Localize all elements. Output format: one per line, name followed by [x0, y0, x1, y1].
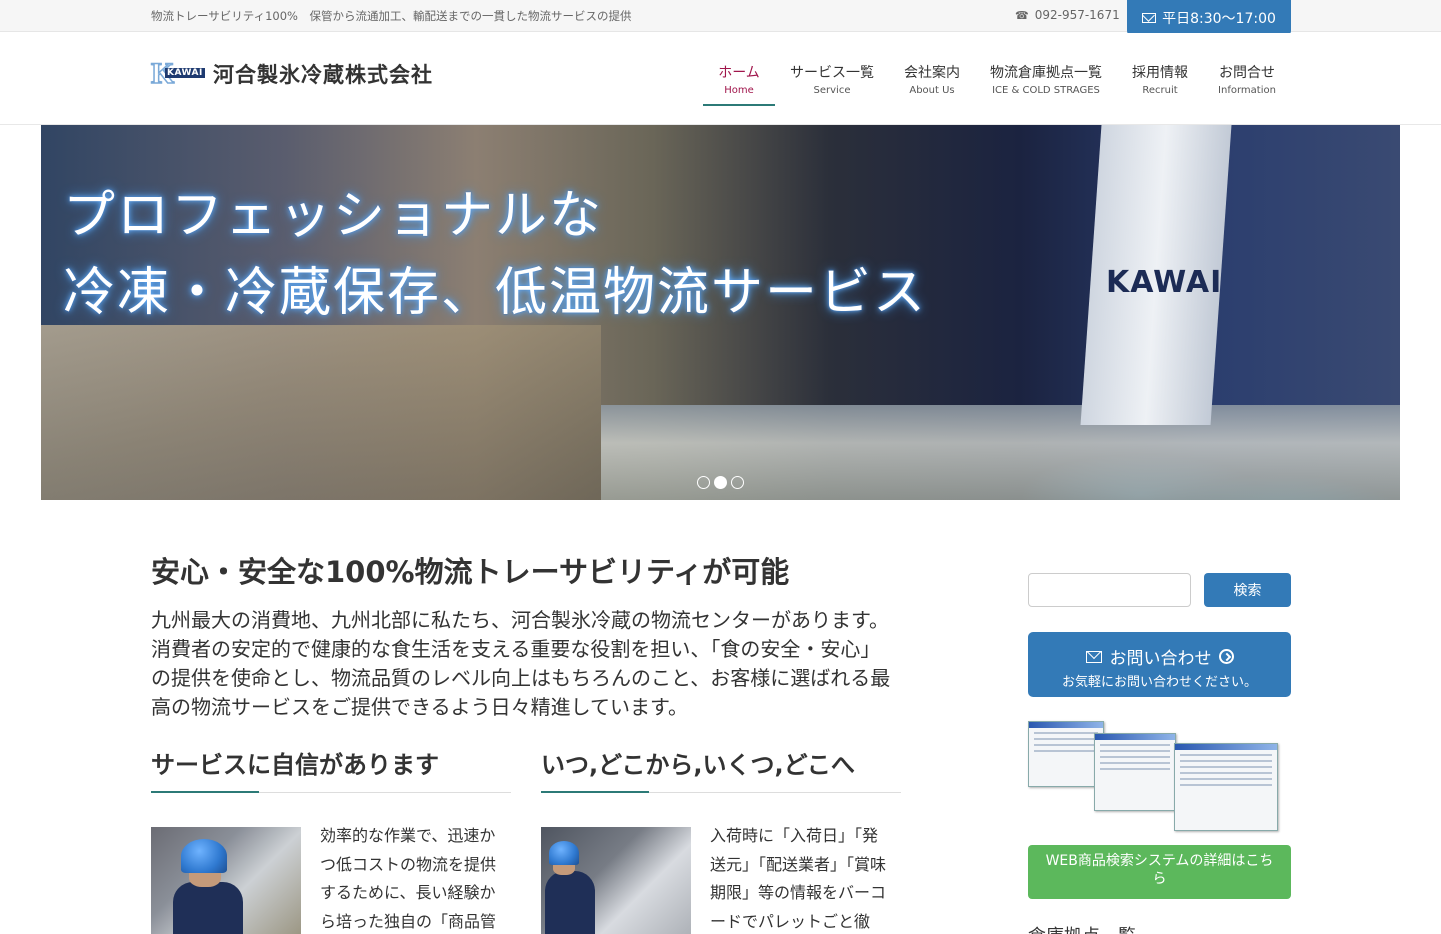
envelope-icon [1085, 650, 1102, 663]
nav-item-about[interactable]: 会社案内 About Us [895, 62, 969, 96]
slider-dot-2[interactable] [714, 476, 727, 489]
nav-label-en: ICE & COLD STRAGES [992, 85, 1100, 96]
site-header: K KAWAI 河合製氷冷蔵株式会社 ホーム Home サービス一覧 Servi… [0, 33, 1441, 125]
web-search-system-button[interactable]: WEB商品検索システムの詳細はこちら [1028, 845, 1291, 899]
nav-label-jp: 物流倉庫拠点一覧 [990, 65, 1102, 81]
contact-title: お問い合わせ [1109, 649, 1212, 669]
circle-arrow-right-icon [1218, 649, 1234, 664]
traceability-column-text: 入荷時に「入荷日」「発送元」「配送業者」「賞味期限」等の情報をバーコードでパレッ… [710, 826, 887, 931]
nav-active-indicator [703, 104, 775, 106]
search-button[interactable]: 検索 [1204, 573, 1291, 607]
nav-label-en: Information [1218, 85, 1276, 96]
nav-label-en: About Us [909, 85, 955, 96]
service-column-text: 効率的な作業で、迅速かつ低コストの物流を提供するために、長い経験から培った独自の… [320, 826, 497, 931]
web-system-screenshot[interactable] [1028, 721, 1280, 833]
nav-label-jp: 会社案内 [904, 65, 960, 81]
nav-item-home[interactable]: ホーム Home [703, 62, 775, 96]
service-column-rule [151, 791, 511, 793]
nav-label-jp: サービス一覧 [790, 65, 874, 81]
nav-item-service[interactable]: サービス一覧 Service [784, 62, 880, 96]
hero-bag-label: KAWAI [1106, 265, 1223, 300]
hero-headline-2: 冷凍・冷蔵保存、低温物流サービス [63, 263, 928, 323]
sidebar-heading: 倉庫拠点一覧 [1028, 922, 1136, 934]
slider-dots [697, 476, 744, 489]
search-input[interactable] [1028, 573, 1191, 607]
nav-label-en: Recruit [1142, 85, 1178, 96]
business-hours-text: 平日8:30〜17:00 [1162, 10, 1276, 27]
nav-label-en: Service [813, 85, 851, 96]
worker-photo-2 [541, 827, 691, 934]
hero-headline-1: プロフェッショナルな [63, 186, 604, 246]
traceability-column-rule [541, 791, 901, 793]
traceability-column-title: いつ,どこから,いくつ,どこへ [541, 751, 855, 779]
page-title: 安心・安全な100%物流トレーサビリティが可能 [151, 555, 790, 589]
service-column-title: サービスに自信があります [151, 751, 439, 779]
hero-boxes-image [41, 325, 601, 500]
hero-slider[interactable]: KAWAI プロフェッショナルな 冷凍・冷蔵保存、低温物流サービス [41, 125, 1400, 500]
nav-label-en: Home [724, 85, 754, 96]
nav-item-contact[interactable]: お問合せ Information [1210, 62, 1284, 96]
phone-icon: ☎ [1015, 9, 1029, 22]
business-hours-button[interactable]: 平日8:30〜17:00 [1127, 0, 1291, 35]
phone-text: 092-957-1671 [1034, 8, 1120, 22]
nav-label-jp: 採用情報 [1132, 65, 1188, 81]
nav-item-recruit[interactable]: 採用情報 Recruit [1124, 62, 1196, 96]
envelope-icon [1142, 12, 1157, 23]
logo-mark-text: KAWAI [165, 68, 205, 78]
nav-item-storages[interactable]: 物流倉庫拠点一覧 ICE & COLD STRAGES [984, 62, 1108, 96]
contact-button[interactable]: お問い合わせ お気軽にお問い合わせください。 [1028, 632, 1291, 697]
worker-photo-1 [151, 827, 301, 934]
tagline: 物流トレーサビリティ100% 保管から流通加工、輸配送までの一貫した物流サービス… [151, 9, 632, 23]
company-name: 河合製氷冷蔵株式会社 [213, 63, 433, 87]
contact-subtitle: お気軽にお問い合わせください。 [1061, 675, 1257, 690]
nav-label-jp: ホーム [718, 65, 760, 81]
kawai-logo-mark-icon: K KAWAI [150, 57, 205, 90]
nav-label-jp: お問合せ [1219, 65, 1275, 81]
slider-dot-3[interactable] [731, 476, 744, 489]
slider-dot-1[interactable] [697, 476, 710, 489]
phone-number[interactable]: ☎ 092-957-1671 [1015, 8, 1120, 22]
intro-paragraph: 九州最大の消費地、九州北部に私たち、河合製氷冷蔵の物流センターがあります。消費者… [151, 608, 891, 719]
site-logo[interactable]: K KAWAI 河合製氷冷蔵株式会社 [150, 57, 433, 90]
